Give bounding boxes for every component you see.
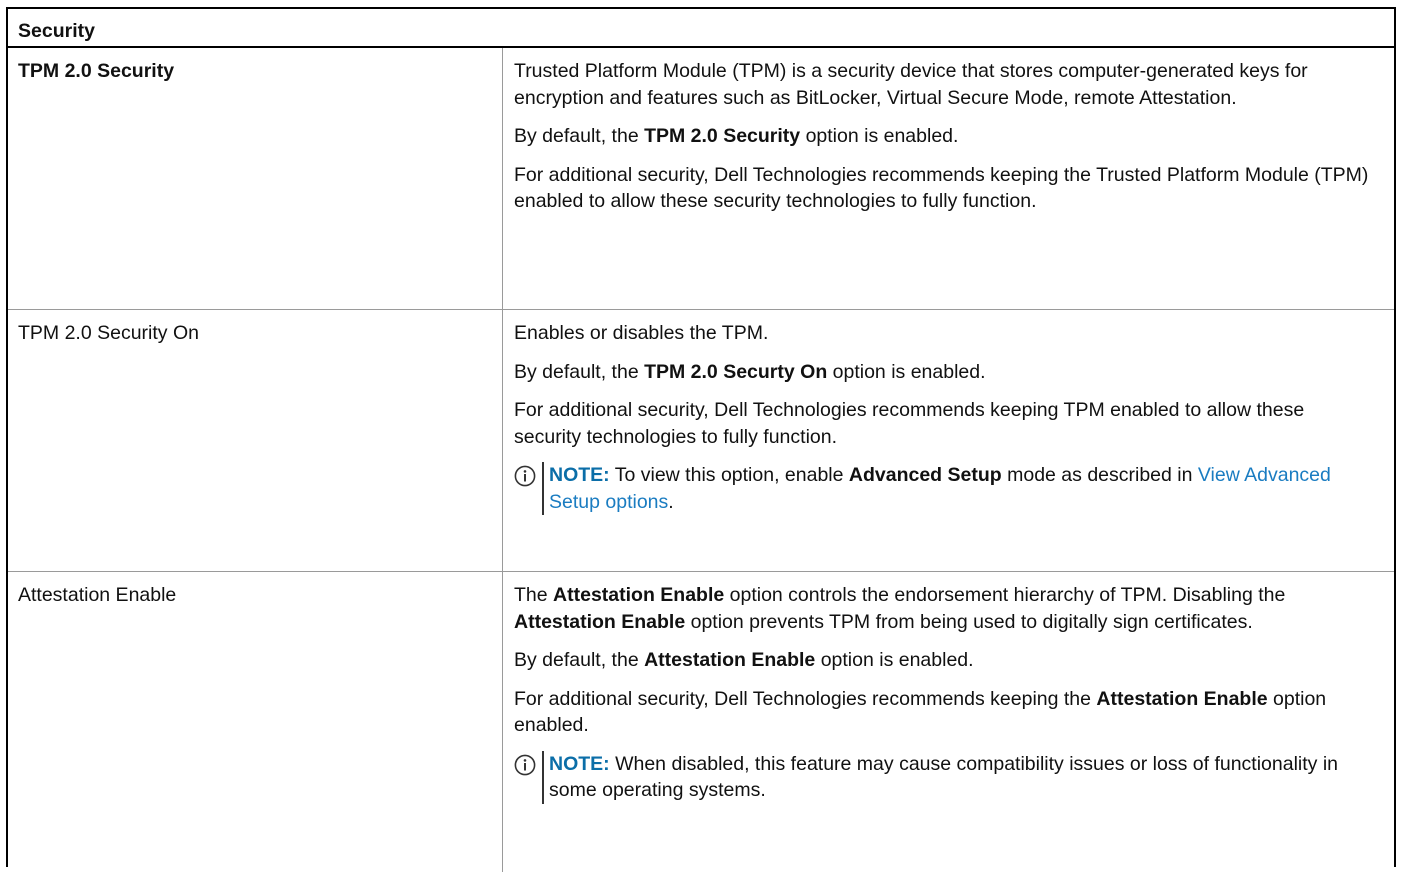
option-description: The Attestation Enable option controls t…: [503, 572, 1394, 872]
description-paragraph: For additional security, Dell Technologi…: [514, 399, 1305, 448]
note-callout: NOTE: To view this option, enable Advanc…: [514, 462, 1374, 516]
table-row: TPM 2.0 Security On Enables or disables …: [8, 310, 1394, 572]
option-name: Attestation Enable: [8, 572, 503, 872]
info-circle-icon: [514, 465, 536, 487]
option-name: TPM 2.0 Security On: [8, 310, 503, 571]
option-label: Attestation Enable: [18, 584, 177, 606]
description-paragraph: Enables or disables the TPM.: [514, 322, 769, 344]
option-description: Enables or disables the TPM. By default,…: [503, 310, 1394, 571]
description-paragraph: Trusted Platform Module (TPM) is a secur…: [514, 60, 1308, 109]
note-text: NOTE: When disabled, this feature may ca…: [542, 750, 1374, 804]
description-paragraph: By default, the Attestation Enable optio…: [514, 649, 974, 672]
info-circle-icon: [514, 754, 536, 775]
note-callout: NOTE: When disabled, this feature may ca…: [514, 750, 1374, 804]
option-label: TPM 2.0 Security On: [18, 322, 199, 344]
description-paragraph: By default, the TPM 2.0 Securty On optio…: [514, 360, 986, 383]
note-text: NOTE: To view this option, enable Advanc…: [542, 462, 1374, 516]
note-label: NOTE:: [549, 464, 610, 487]
table-row: TPM 2.0 Security Trusted Platform Module…: [8, 48, 1394, 310]
note-label: NOTE:: [549, 752, 610, 775]
security-table: Security TPM 2.0 Security Trusted Platfo…: [6, 7, 1396, 872]
table-row: Attestation Enable The Attestation Enabl…: [8, 572, 1394, 872]
description-paragraph: For additional security, Dell Technologi…: [514, 687, 1327, 737]
option-name: TPM 2.0 Security: [8, 48, 503, 309]
table-header: Security: [8, 9, 1394, 48]
option-label: TPM 2.0 Security: [18, 60, 175, 82]
description-paragraph: By default, the TPM 2.0 Security option …: [514, 125, 959, 148]
description-paragraph: For additional security, Dell Technologi…: [514, 163, 1369, 213]
description-paragraph: The Attestation Enable option controls t…: [514, 584, 1286, 633]
table-header-title: Security: [18, 20, 95, 42]
option-description: Trusted Platform Module (TPM) is a secur…: [503, 48, 1394, 309]
